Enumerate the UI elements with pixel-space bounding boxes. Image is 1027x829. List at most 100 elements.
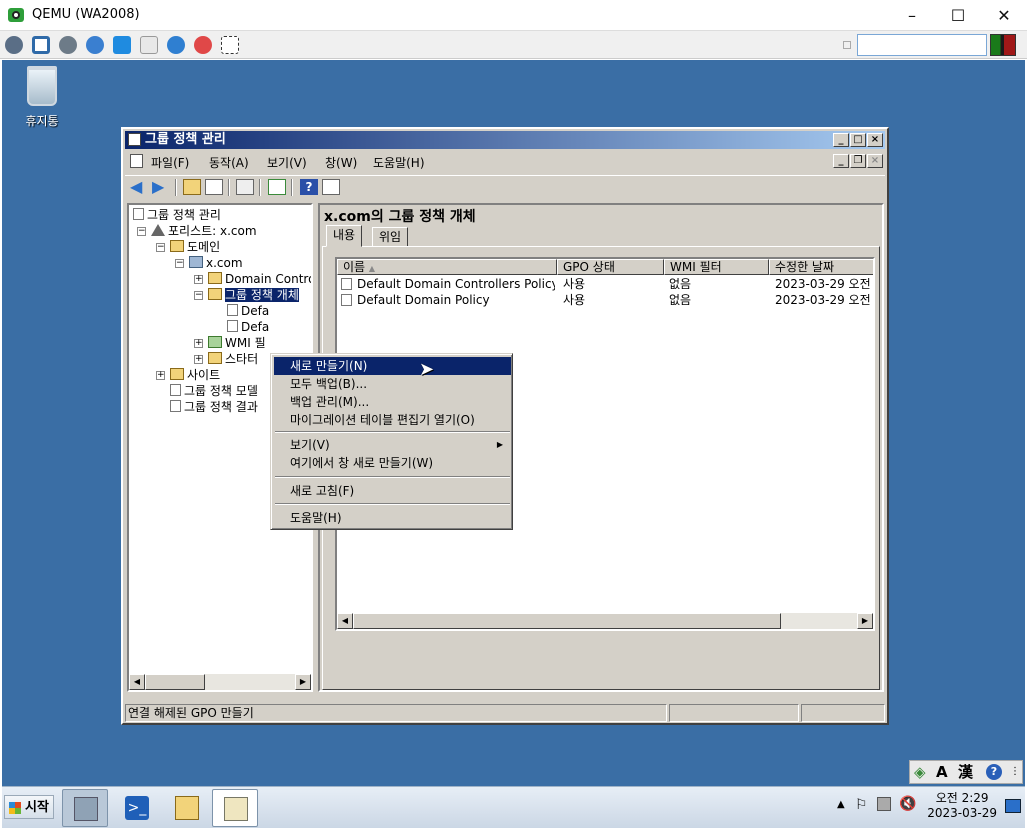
table-row[interactable]: Default Domain Controllers Policy 사용 없음 … — [337, 276, 873, 292]
clipboard-icon[interactable] — [236, 179, 254, 195]
tree-gp-results[interactable]: 그룹 정책 결과 — [170, 399, 258, 415]
column-header-wmi[interactable]: WMI 필터 — [664, 259, 769, 275]
show-desktop-icon[interactable] — [1005, 799, 1021, 813]
menu-item-manage-backups[interactable]: 백업 관리(M)... — [274, 393, 511, 411]
expand-toggle-wmi[interactable]: + — [194, 339, 203, 348]
taskbar-gpmc[interactable] — [212, 789, 258, 827]
host-close-button[interactable]: ✕ — [981, 0, 1027, 31]
start-button[interactable]: 시작 — [4, 795, 54, 819]
langbar-help-button[interactable]: ? — [986, 764, 1002, 780]
clock[interactable]: 오전 2:29 2023-03-29 — [927, 791, 997, 821]
host-maximize-button[interactable]: ☐ — [935, 0, 981, 31]
menu-window[interactable]: 창(W) — [325, 154, 357, 171]
gpmc-maximize-button[interactable]: □ — [850, 133, 866, 147]
mouse-pointer-icon: ➤ — [419, 359, 435, 380]
tab-delegation[interactable]: 위임 — [372, 227, 409, 247]
column-header-name[interactable]: 이름 ▲ — [337, 259, 557, 275]
stop-icon[interactable] — [194, 36, 212, 54]
settings-icon[interactable] — [5, 36, 23, 54]
fullscreen-icon[interactable] — [32, 36, 50, 54]
disk-icon[interactable] — [140, 36, 158, 54]
tree-gpmc-root[interactable]: 그룹 정책 관리 — [133, 207, 221, 223]
network-icon[interactable] — [877, 797, 891, 811]
menu-help[interactable]: 도움말(H) — [373, 154, 425, 171]
hanja-button[interactable]: 漢 — [958, 761, 973, 783]
langbar-options-icon[interactable]: ⋮ — [1010, 761, 1020, 783]
tree-starter-gpos[interactable]: 스타터 — [208, 351, 258, 367]
tree-gp-modeling[interactable]: 그룹 정책 모델 — [170, 383, 258, 399]
scroll-left-arrow-icon[interactable]: ◀ — [129, 674, 145, 690]
tab-contents[interactable]: 내용 — [326, 225, 363, 247]
menu-item-new-window[interactable]: 여기에서 창 새로 만들기(W) — [274, 454, 511, 472]
host-minimize-button[interactable]: – — [889, 0, 935, 31]
scroll-right-arrow-icon[interactable]: ▶ — [295, 674, 311, 690]
taskbar-server-manager[interactable] — [62, 789, 108, 827]
up-folder-icon[interactable] — [183, 179, 201, 195]
ime-icon[interactable]: ◈ — [914, 761, 926, 783]
input-mode-button[interactable]: A — [936, 761, 948, 783]
expand-toggle-forest[interactable]: − — [137, 227, 146, 236]
tree-forest[interactable]: 포리스트: x.com — [151, 223, 257, 239]
menu-item-backup-all[interactable]: 모두 백업(B)... — [274, 375, 511, 393]
scroll-thumb[interactable] — [145, 674, 205, 690]
menu-item-migration-editor[interactable]: 마이그레이션 테이블 편집기 열기(O) — [274, 411, 511, 429]
action-center-flag-icon[interactable]: ⚐ — [855, 797, 868, 813]
gpmc-minimize-button[interactable]: _ — [833, 133, 849, 147]
expand-toggle-dc[interactable]: + — [194, 275, 203, 284]
gpmc-close-button[interactable]: × — [867, 133, 883, 147]
child-restore-button[interactable]: ❐ — [850, 154, 866, 168]
child-minimize-button[interactable]: _ — [833, 154, 849, 168]
back-arrow-icon[interactable]: ◀ — [130, 179, 148, 195]
server-manager-icon — [74, 797, 98, 821]
recycle-bin[interactable]: 휴지통 — [20, 66, 64, 129]
forward-arrow-icon[interactable]: ▶ — [152, 179, 170, 195]
tree-gpo-default-2[interactable]: Defa — [227, 319, 269, 335]
help-icon[interactable]: ? — [300, 179, 318, 195]
tree-domain-xcom[interactable]: x.com — [189, 255, 243, 271]
menu-item-help[interactable]: 도움말(H) — [274, 509, 511, 527]
tree-wmi-filters[interactable]: WMI 필 — [208, 335, 266, 351]
column-header-status[interactable]: GPO 상태 — [557, 259, 664, 275]
refresh-icon[interactable] — [86, 36, 104, 54]
expand-toggle-domains[interactable]: − — [156, 243, 165, 252]
scroll-left-arrow-icon[interactable]: ◀ — [337, 613, 353, 629]
column-header-modified[interactable]: 수정한 날짜 — [769, 259, 873, 275]
menu-file[interactable]: 파일(F) — [151, 154, 189, 171]
menu-item-view[interactable]: 보기(V) ▶ — [274, 436, 511, 454]
menu-item-new[interactable]: 새로 만들기(N) — [274, 357, 511, 375]
toolbar-toggle[interactable] — [843, 41, 851, 49]
menu-item-refresh[interactable]: 새로 고침(F) — [274, 482, 511, 500]
volume-muted-icon[interactable]: 🔇 — [899, 796, 916, 812]
host-search-input[interactable] — [857, 34, 987, 56]
taskbar-explorer[interactable] — [164, 789, 210, 827]
tree-horizontal-scrollbar[interactable]: ◀ ▶ — [129, 674, 311, 690]
language-bar: ◈ A 漢 ? ⋮ — [909, 760, 1023, 784]
expand-toggle-starter[interactable]: + — [194, 355, 203, 364]
action-pane-icon[interactable] — [322, 179, 340, 195]
child-close-button[interactable]: × — [867, 154, 883, 168]
expand-toggle-gpo-folder[interactable]: − — [194, 291, 203, 300]
refresh-view-icon[interactable] — [268, 179, 286, 195]
show-hidden-icons[interactable]: ▲ — [837, 799, 845, 810]
info-icon[interactable] — [167, 36, 185, 54]
windows-icon[interactable] — [113, 36, 131, 54]
table-row[interactable]: Default Domain Policy 사용 없음 2023-03-29 오… — [337, 292, 873, 308]
show-tree-icon[interactable] — [205, 179, 223, 195]
expand-toggle-sites[interactable]: + — [156, 371, 165, 380]
domain-icon — [189, 256, 203, 268]
scroll-right-arrow-icon[interactable]: ▶ — [857, 613, 873, 629]
list-horizontal-scrollbar[interactable]: ◀ ▶ — [337, 613, 873, 629]
snapshot-icon[interactable] — [221, 36, 239, 54]
color-indicator[interactable] — [990, 34, 1016, 56]
tree-sites[interactable]: 사이트 — [170, 367, 220, 383]
tree-domains[interactable]: 도메인 — [170, 239, 220, 255]
menu-action[interactable]: 동작(A) — [209, 154, 249, 171]
tree-gpo-default-1[interactable]: Defa — [227, 303, 269, 319]
taskbar-powershell[interactable]: >_ — [114, 789, 160, 827]
tree-domain-controllers[interactable]: Domain Contro — [208, 271, 311, 287]
menu-view[interactable]: 보기(V) — [267, 154, 307, 171]
expand-toggle-domain[interactable]: − — [175, 259, 184, 268]
gear-icon[interactable] — [59, 36, 77, 54]
tree-gpo-folder[interactable]: 그룹 정책 개체 — [208, 287, 299, 303]
scroll-thumb[interactable] — [353, 613, 781, 629]
